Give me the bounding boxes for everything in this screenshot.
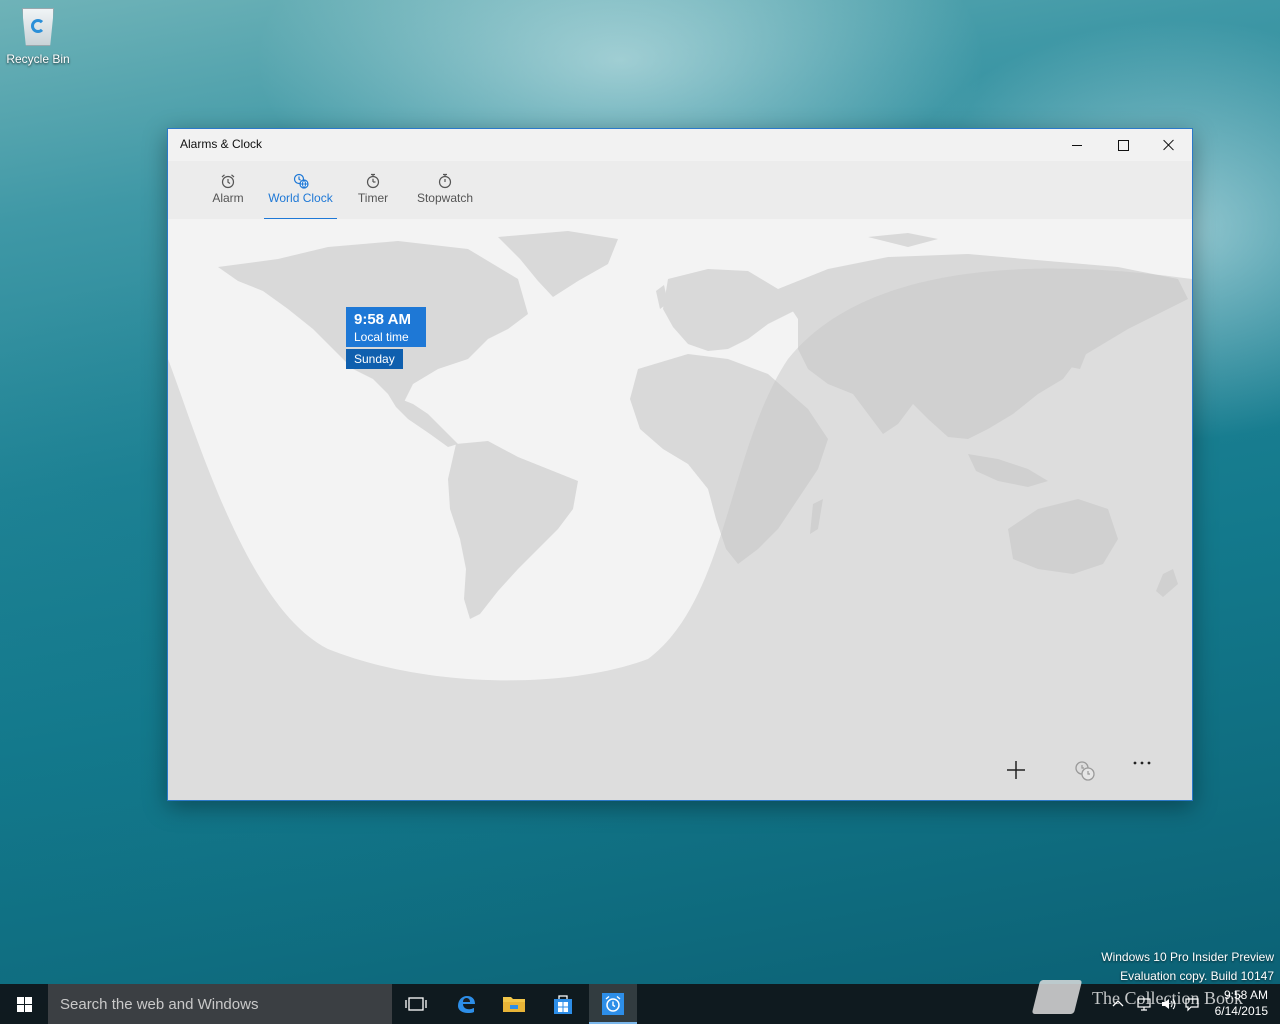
task-view-icon	[405, 997, 427, 1011]
chevron-up-icon[interactable]	[1110, 996, 1126, 1012]
tab-alarm[interactable]: Alarm	[208, 167, 248, 217]
minimize-icon	[1072, 144, 1082, 146]
local-time-box: 9:58 AM Local time	[346, 307, 426, 347]
recycle-bin-shortcut[interactable]: Recycle Bin	[4, 8, 72, 66]
windows-logo-icon	[16, 996, 32, 1012]
maximize-button[interactable]	[1100, 129, 1146, 161]
store-icon	[554, 995, 572, 1014]
window-title: Alarms & Clock	[180, 137, 263, 151]
add-city-button[interactable]	[1006, 760, 1046, 792]
alarms-app-button[interactable]	[589, 984, 637, 1024]
local-time-card[interactable]: 9:58 AM Local time Sunday	[346, 307, 426, 369]
clock-date: 6/14/2015	[1214, 1004, 1268, 1018]
tab-timer-label: Timer	[357, 191, 389, 205]
local-time-label: Local time	[354, 330, 409, 344]
edge-icon	[458, 996, 475, 1013]
more-icon	[1133, 761, 1151, 765]
search-placeholder: Search the web and Windows	[60, 995, 259, 1013]
alarm-clock-icon	[221, 174, 235, 189]
clock-time: 9:58 AM	[1223, 988, 1268, 1002]
store-button[interactable]	[539, 984, 587, 1024]
world-map-graphic	[168, 219, 1192, 800]
evaluation-watermark: Windows 10 Pro Insider Preview Evaluatio…	[1101, 948, 1274, 986]
tab-timer[interactable]: Timer	[354, 167, 392, 217]
timer-icon	[366, 173, 380, 189]
title-bar[interactable]: Alarms & Clock	[168, 129, 1192, 161]
action-center-icon[interactable]	[1184, 996, 1200, 1012]
minimize-button[interactable]	[1054, 129, 1100, 161]
tab-stopwatch[interactable]: Stopwatch	[412, 167, 478, 217]
tab-alarm-label: Alarm	[212, 191, 244, 205]
command-bar	[992, 752, 1192, 800]
tab-world-clock-label: World Clock	[268, 191, 333, 205]
file-explorer-button[interactable]	[490, 984, 538, 1024]
recycle-bin-label: Recycle Bin	[6, 52, 70, 66]
plus-icon	[1007, 761, 1025, 779]
edge-button[interactable]	[442, 984, 490, 1024]
compare-button[interactable]	[1074, 760, 1114, 792]
task-view-button[interactable]	[392, 984, 440, 1024]
close-icon	[1163, 139, 1175, 151]
more-options-button[interactable]	[1132, 760, 1172, 792]
close-button[interactable]	[1146, 129, 1192, 161]
taskbar-clock[interactable]: 9:58 AM 6/14/2015	[1215, 987, 1268, 1019]
compare-clocks-icon	[1075, 761, 1095, 781]
tab-stopwatch-label: Stopwatch	[416, 191, 474, 205]
network-icon[interactable]	[1136, 996, 1152, 1012]
watermark-line-1: Windows 10 Pro Insider Preview	[1101, 950, 1274, 964]
world-clock-icon	[293, 173, 309, 189]
local-time-value: 9:58 AM	[354, 311, 411, 328]
volume-icon[interactable]	[1160, 996, 1176, 1012]
alarms-app-icon	[602, 993, 624, 1015]
local-day-label: Sunday	[346, 349, 403, 369]
stopwatch-icon	[438, 173, 452, 189]
maximize-icon	[1117, 139, 1129, 151]
start-button[interactable]	[0, 984, 48, 1024]
file-explorer-icon	[503, 997, 525, 1012]
recycle-bin-icon	[22, 8, 54, 46]
search-box[interactable]: Search the web and Windows	[48, 984, 392, 1024]
taskbar: Search the web and Windows 9:58 AM 6/14/…	[0, 984, 1280, 1024]
alarms-clock-window: Alarms & Clock Alarm World Clock Timer S…	[167, 128, 1193, 801]
world-map[interactable]: 9:58 AM Local time Sunday	[168, 219, 1192, 800]
tab-bar: Alarm World Clock Timer Stopwatch	[168, 161, 1192, 220]
tab-world-clock[interactable]: World Clock	[264, 167, 337, 220]
